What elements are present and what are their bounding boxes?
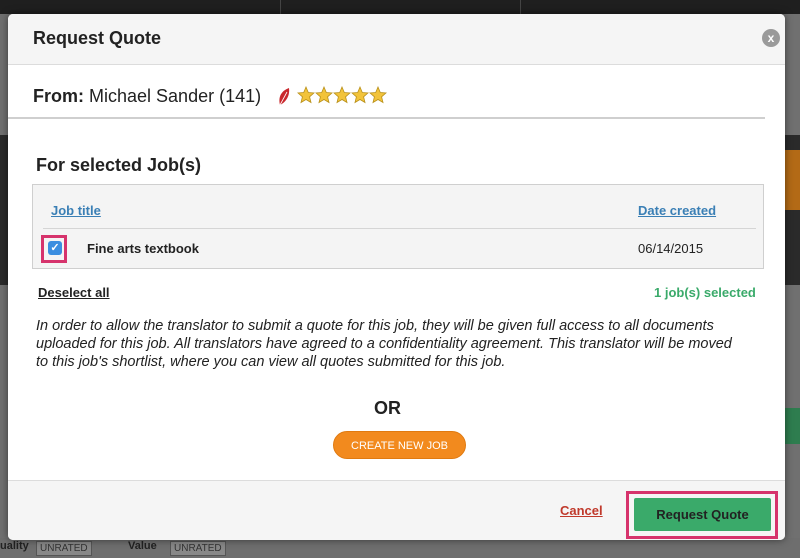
request-quote-modal: Request Quote x From: Michael Sander (14…: [8, 14, 785, 540]
star-icon: [369, 86, 387, 104]
create-new-job-button[interactable]: CREATE NEW JOB: [333, 431, 466, 459]
from-label: From:: [33, 86, 84, 106]
checkmark-icon: ✓: [50, 242, 60, 254]
job-checkbox[interactable]: ✓: [48, 241, 62, 255]
star-icon: [351, 86, 369, 104]
jobs-table: Job title Date created ✓ Fine arts textb…: [32, 184, 764, 269]
from-row: From: Michael Sander (141): [33, 86, 261, 107]
background-unrated-badge: UNRATED: [170, 541, 226, 556]
background-bottom-row: [0, 538, 800, 558]
or-label: OR: [374, 398, 401, 418]
column-header-date-created[interactable]: Date created: [638, 203, 716, 218]
divider: [8, 117, 765, 119]
info-text: In order to allow the translator to subm…: [36, 318, 732, 370]
modal-title: Request Quote: [33, 28, 162, 48]
request-quote-button[interactable]: Request Quote: [634, 498, 771, 531]
close-icon[interactable]: x: [762, 29, 780, 47]
star-icon: [333, 86, 351, 104]
section-title: For selected Job(s): [36, 155, 202, 175]
background-topbar: [0, 0, 800, 14]
modal-header: Request Quote x: [8, 14, 785, 65]
leaf-icon: [279, 88, 290, 106]
rating-stars: [297, 86, 387, 104]
column-header-job-title[interactable]: Job title: [51, 203, 101, 218]
modal-footer: Cancel Request Quote: [8, 480, 785, 540]
background-value-label: Value: [128, 540, 157, 552]
job-title-cell: Fine arts textbook: [87, 241, 199, 256]
job-date-cell: 06/14/2015: [638, 241, 704, 256]
translator-name: Michael Sander (141): [89, 86, 262, 106]
star-icon: [315, 86, 333, 104]
table-divider: [43, 228, 756, 229]
cancel-link[interactable]: Cancel: [560, 503, 603, 518]
background-unrated-badge: UNRATED: [36, 541, 92, 556]
deselect-all-link[interactable]: Deselect all: [38, 285, 110, 300]
star-icon: [297, 86, 315, 104]
selected-count: 1 job(s) selected: [654, 285, 756, 300]
background-quality-label: uality: [0, 540, 29, 552]
